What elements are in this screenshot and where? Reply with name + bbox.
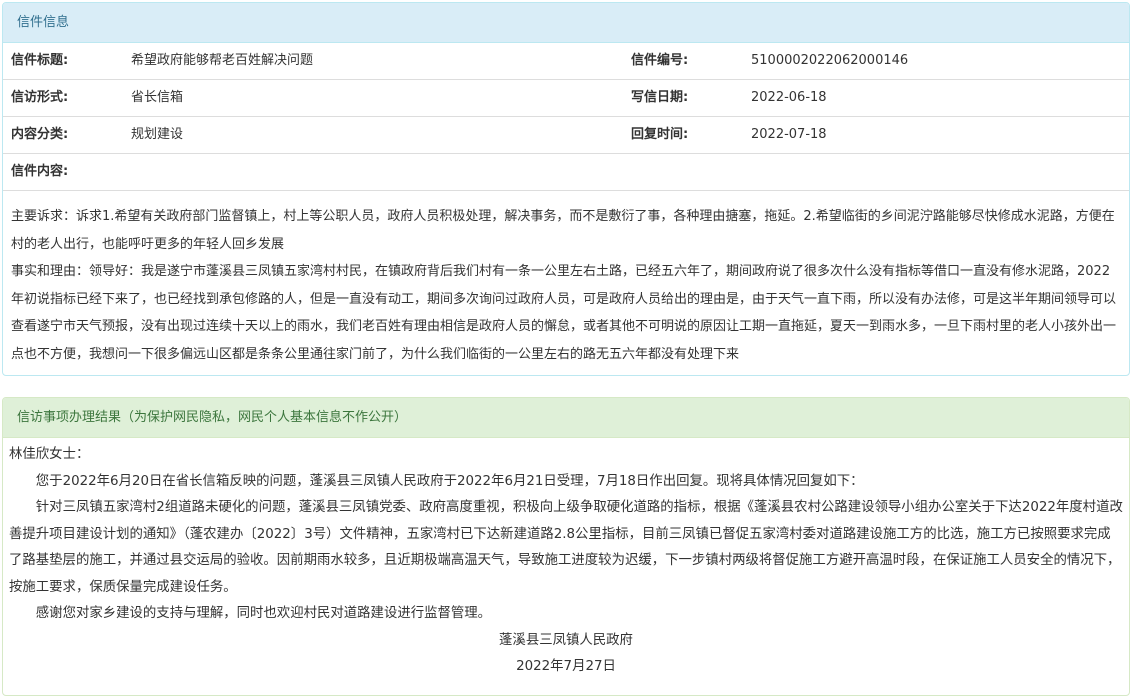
- reply-paragraph: 您于2022年6月20日在省长信箱反映的问题，蓬溪县三凤镇人民政府于2022年6…: [35, 473, 864, 489]
- reply-date: 2022年7月27日: [516, 659, 616, 674]
- petition-form-label: 信访形式:: [11, 90, 69, 105]
- reply-salutation: 林佳欣女士：: [9, 447, 90, 462]
- info-row-title: 信件标题: 希望政府能够帮老百姓解决问题 信件编号: 5100002022062…: [3, 43, 1129, 80]
- letter-info-panel: 信件信息 信件标题: 希望政府能够帮老百姓解决问题 信件编号: 51000020…: [2, 2, 1130, 376]
- reply-signature: 蓬溪县三凤镇人民政府: [499, 632, 633, 648]
- main-demand-paragraph: 主要诉求：诉求1.希望有关政府部门监督镇上，村上等公职人员，政府人员积极处理，解…: [11, 209, 1115, 252]
- write-date-value: 2022-06-18: [751, 90, 827, 105]
- reply-body: 林佳欣女士： 您于2022年6月20日在省长信箱反映的问题，蓬溪县三凤镇人民政府…: [3, 438, 1129, 681]
- letter-number-label: 信件编号:: [631, 53, 689, 68]
- reply-paragraph: 针对三凤镇五家湾村2组道路未硬化的问题，蓬溪县三凤镇党委、政府高度重视，积极向上…: [9, 500, 1123, 595]
- info-row-category: 内容分类: 规划建设 回复时间: 2022-07-18: [3, 117, 1129, 154]
- category-label: 内容分类:: [11, 127, 69, 142]
- write-date-label: 写信日期:: [631, 90, 689, 105]
- letter-content: 主要诉求：诉求1.希望有关政府部门监督镇上，村上等公职人员，政府人员积极处理，解…: [3, 191, 1129, 368]
- letter-info-heading: 信件信息: [3, 3, 1129, 43]
- reply-time-label: 回复时间:: [631, 127, 689, 142]
- letter-number-value: 5100002022062000146: [751, 53, 909, 68]
- reply-paragraph: 感谢您对家乡建设的支持与理解，同时也欢迎村民对道路建设进行监督管理。: [35, 606, 492, 621]
- petition-form-value: 省长信箱: [131, 90, 184, 105]
- facts-reasons-paragraph: 事实和理由：领导好：我是遂宁市蓬溪县三凤镇五家湾村村民，在镇政府背后我们村有一条…: [11, 264, 1117, 362]
- info-row-form: 信访形式: 省长信箱 写信日期: 2022-06-18: [3, 80, 1129, 117]
- category-value: 规划建设: [131, 127, 184, 142]
- letter-content-label: 信件内容:: [11, 164, 69, 179]
- letter-title-value: 希望政府能够帮老百姓解决问题: [131, 53, 314, 68]
- result-heading: 信访事项办理结果（为保护网民隐私，网民个人基本信息不作公开）: [3, 398, 1129, 438]
- letter-title-label: 信件标题:: [11, 53, 69, 68]
- reply-time-value: 2022-07-18: [751, 127, 827, 142]
- result-panel: 信访事项办理结果（为保护网民隐私，网民个人基本信息不作公开） 林佳欣女士： 您于…: [2, 397, 1130, 696]
- info-row-content-label: 信件内容:: [3, 154, 1129, 191]
